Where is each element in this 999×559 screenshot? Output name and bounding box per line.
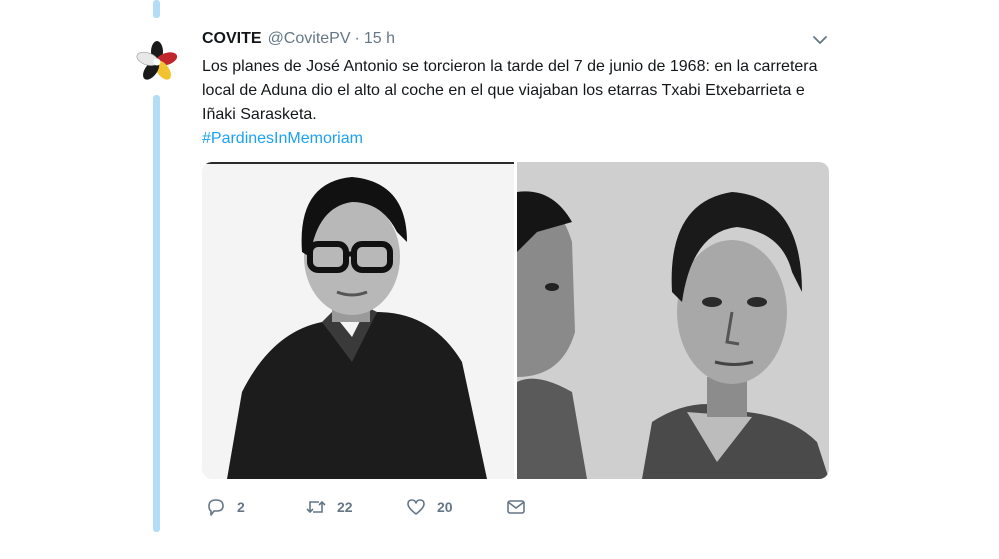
thread-line-top xyxy=(153,0,160,18)
tweet-media xyxy=(202,162,829,479)
black-and-white-portrait-photo xyxy=(202,162,514,479)
black-and-white-mugshot-photo xyxy=(517,162,829,479)
chevron-down-icon xyxy=(813,36,827,44)
retweet-count: 22 xyxy=(337,499,353,515)
direct-message-button[interactable] xyxy=(505,496,527,518)
tweet-header: COVITE @CovitePV · 15 h xyxy=(202,30,395,52)
tweet-text: Los planes de José Antonio se torcieron … xyxy=(202,58,818,123)
author-handle[interactable]: @CovitePV xyxy=(268,30,351,48)
retweet-icon xyxy=(306,500,326,514)
tweet-menu-button[interactable] xyxy=(811,33,829,47)
photo-right[interactable] xyxy=(517,162,829,479)
covite-logo-icon xyxy=(135,39,179,83)
tweet-timestamp[interactable]: 15 h xyxy=(364,30,395,48)
hashtag-link[interactable]: #PardinesInMemoriam xyxy=(202,127,363,151)
thread-line xyxy=(153,95,160,532)
like-button[interactable]: 20 xyxy=(405,496,453,518)
author-name[interactable]: COVITE xyxy=(202,30,262,48)
retweet-button[interactable]: 22 xyxy=(305,496,353,518)
reply-count: 2 xyxy=(237,499,245,515)
like-count: 20 xyxy=(437,499,453,515)
avatar[interactable] xyxy=(134,38,180,84)
reply-icon xyxy=(208,499,224,516)
heart-icon xyxy=(407,499,425,515)
separator-dot: · xyxy=(354,30,360,47)
reply-button[interactable]: 2 xyxy=(205,496,245,518)
direct-message-icon xyxy=(507,500,525,514)
photo-left[interactable] xyxy=(202,162,514,479)
